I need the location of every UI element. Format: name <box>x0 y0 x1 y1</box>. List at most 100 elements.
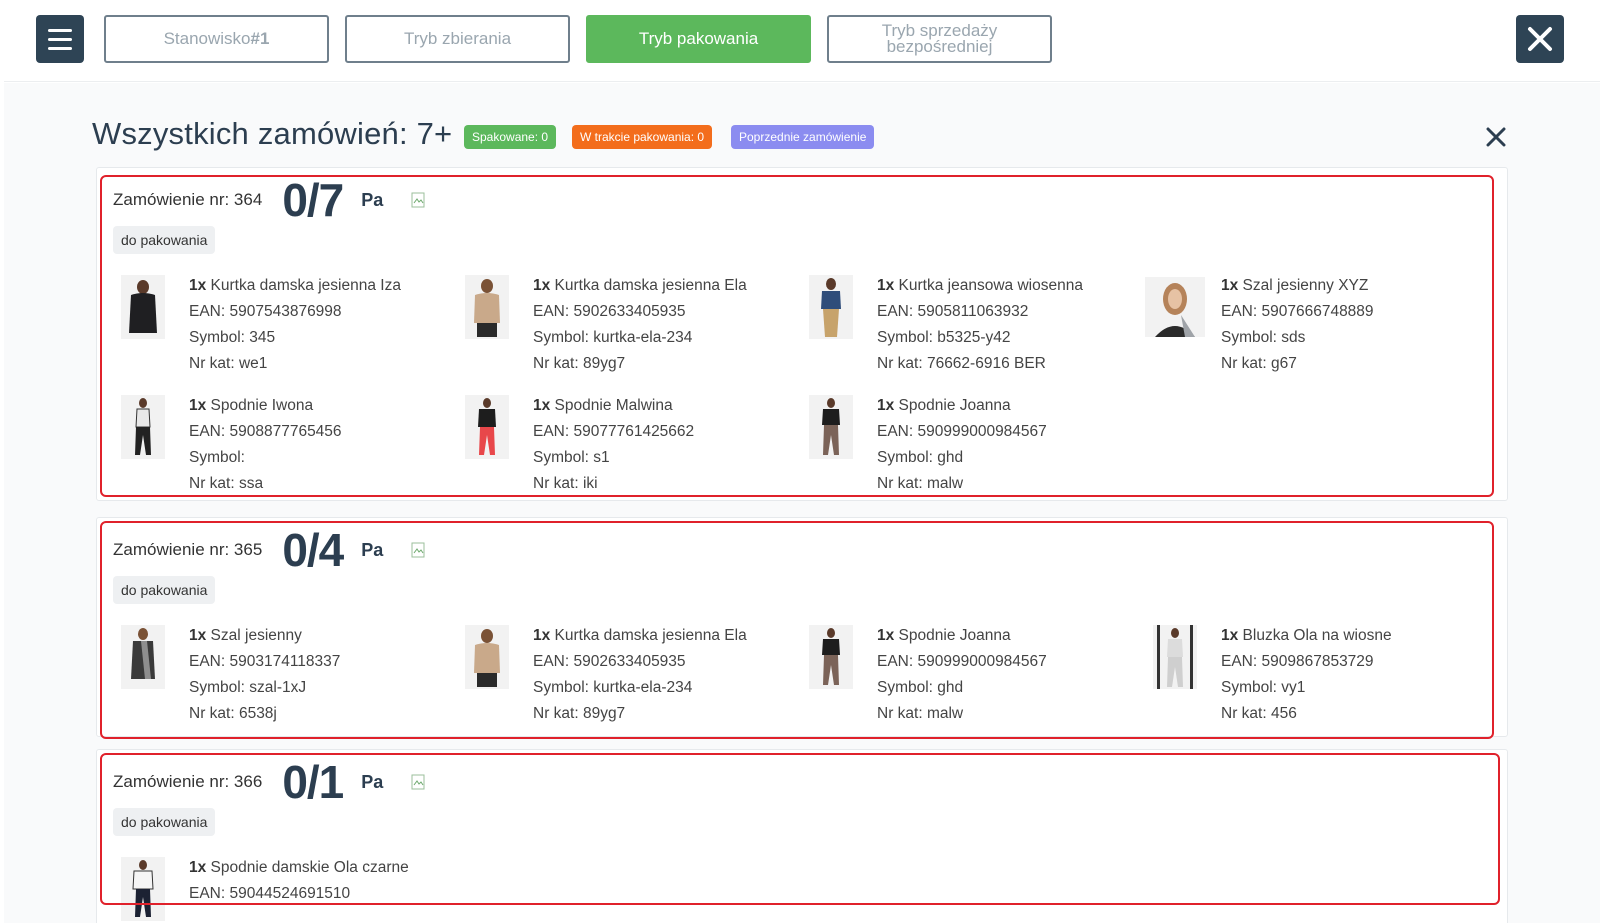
item-name: Kurtka jeansowa wiosenna <box>894 277 1083 294</box>
order-header: Zamówienie nr: 364 0/7 Pa <box>113 174 425 226</box>
direct-sale-mode-button[interactable]: Tryb sprzedaży bezpośredniej <box>827 15 1052 63</box>
order-item: 1x Spodnie Joanna EAN: 590999000984567 S… <box>801 393 1131 503</box>
item-name: Kurtka damska jesienna Ela <box>550 277 747 294</box>
order-item: 1x Kurtka jeansowa wiosenna EAN: 5905811… <box>801 273 1131 383</box>
item-symbol: Symbol: vy1 <box>1221 679 1306 696</box>
menu-line-icon <box>48 37 72 41</box>
item-nrkat: Nr kat: 89yg7 <box>533 705 626 722</box>
item-ean: EAN: 59077761425662 <box>533 423 695 440</box>
item-ean: EAN: 590999000984567 <box>877 653 1047 670</box>
item-qty: 1x <box>877 277 895 294</box>
station-button[interactable]: Stanowisko #1 <box>104 15 329 63</box>
item-title: 1x Szal jesienny <box>189 623 340 649</box>
item-nrkat: Nr kat: 6538j <box>189 705 277 722</box>
order-item: 1x Szal jesienny EAN: 5903174118337 Symb… <box>113 623 443 733</box>
item-name: Spodnie Joanna <box>894 397 1011 414</box>
item-title: 1x Spodnie Malwina <box>533 393 694 419</box>
item-symbol: Symbol: szal-1xJ <box>189 679 307 696</box>
pack-mode-button[interactable]: Tryb pakowania <box>586 15 811 63</box>
item-qty: 1x <box>189 859 207 876</box>
collect-mode-button[interactable]: Tryb zbierania <box>345 15 570 63</box>
item-qty: 1x <box>189 277 207 294</box>
product-photo-pants <box>121 395 165 459</box>
direct-sale-label-line2: bezpośredniej <box>886 37 993 56</box>
item-title: 1x Bluzka Ola na wiosne <box>1221 623 1392 649</box>
product-photo-pants <box>465 395 509 459</box>
product-photo-scarf <box>1145 277 1205 337</box>
product-photo-pants <box>809 395 853 459</box>
close-icon <box>1528 27 1552 51</box>
product-photo-jacket <box>465 275 509 339</box>
order-item: 1x Kurtka damska jesienna Ela EAN: 59026… <box>457 623 787 733</box>
item-ean: EAN: 5907543876998 <box>189 303 342 320</box>
hamburger-menu-button[interactable] <box>36 15 84 63</box>
item-name: Szal jesienny <box>206 627 302 644</box>
order-item: 1x Kurtka damska jesienna Iza EAN: 59075… <box>113 273 443 383</box>
pa-label: Pa <box>361 539 384 560</box>
packed-count: 0/7 <box>282 174 344 226</box>
item-symbol: Symbol: s1 <box>533 449 610 466</box>
order-item: 1x Spodnie Joanna EAN: 590999000984567 S… <box>801 623 1131 733</box>
broken-image-icon <box>411 192 425 208</box>
close-panel-icon[interactable] <box>1482 123 1510 151</box>
item-title: 1x Spodnie Iwona <box>189 393 342 419</box>
item-ean: EAN: 5908877765456 <box>189 423 342 440</box>
order-item: 1x Bluzka Ola na wiosne EAN: 59098678537… <box>1145 623 1475 733</box>
order-number: Zamówienie nr: 365 <box>113 540 263 559</box>
status-tag: do pakowania <box>113 808 216 836</box>
item-symbol: Symbol: b5325-y42 <box>877 329 1011 346</box>
item-qty: 1x <box>533 397 551 414</box>
order-card[interactable]: Zamówienie nr: 364 0/7 Pa do pakowania 1… <box>96 167 1508 501</box>
item-nrkat: Nr kat: g67 <box>1221 355 1297 372</box>
order-number: Zamówienie nr: 364 <box>113 190 263 209</box>
order-number: Zamówienie nr: 366 <box>113 772 263 791</box>
item-ean: EAN: 590999000984567 <box>877 423 1047 440</box>
page-title: Wszystkich zamówień: 7+ <box>92 116 453 151</box>
item-name: Spodnie Joanna <box>894 627 1011 644</box>
previous-order-button[interactable]: Poprzednie zamówienie <box>731 125 875 149</box>
item-title: 1x Kurtka jeansowa wiosenna <box>877 273 1083 299</box>
order-card[interactable]: Zamówienie nr: 366 0/1 Pa do pakowania 1… <box>96 749 1508 923</box>
item-name: Kurtka damska jesienna Iza <box>206 277 401 294</box>
order-card[interactable]: Zamówienie nr: 365 0/4 Pa do pakowania 1… <box>96 517 1508 737</box>
order-header: Zamówienie nr: 365 0/4 Pa <box>113 524 425 576</box>
item-symbol: Symbol: ghd <box>877 449 964 466</box>
status-tag: do pakowania <box>113 576 216 604</box>
order-item: 1x Kurtka damska jesienna Ela EAN: 59026… <box>457 273 787 383</box>
item-qty: 1x <box>533 277 551 294</box>
status-tag: do pakowania <box>113 226 216 254</box>
broken-image-icon <box>411 542 425 558</box>
item-symbol: Symbol: <box>189 449 245 466</box>
item-qty: 1x <box>1221 277 1239 294</box>
close-window-button[interactable] <box>1516 15 1564 63</box>
item-symbol: Symbol: kurtka-ela-234 <box>533 329 693 346</box>
item-name: Bluzka Ola na wiosne <box>1238 627 1392 644</box>
item-title: 1x Kurtka damska jesienna Ela <box>533 273 747 299</box>
item-title: 1x Szal jesienny XYZ <box>1221 273 1374 299</box>
orders-panel: Wszystkich zamówień: 7+ Spakowane: 0 W t… <box>4 83 1600 923</box>
item-ean: EAN: 5902633405935 <box>533 653 686 670</box>
packed-count: 0/1 <box>282 756 344 808</box>
product-photo-jacket <box>121 275 165 339</box>
item-qty: 1x <box>1221 627 1239 644</box>
item-qty: 1x <box>877 627 895 644</box>
order-item: 1x Spodnie damskie Ola czarne EAN: 59044… <box>113 855 443 923</box>
item-symbol: Symbol: 345 <box>189 329 276 346</box>
menu-line-icon <box>48 46 72 50</box>
item-nrkat: Nr kat: iki <box>533 475 598 492</box>
item-qty: 1x <box>533 627 551 644</box>
product-photo-pants <box>121 857 165 921</box>
menu-line-icon <box>48 28 72 32</box>
item-ean: EAN: 5902633405935 <box>533 303 686 320</box>
item-nrkat: Nr kat: we1 <box>189 355 268 372</box>
in-progress-badge: W trakcie pakowania: 0 <box>572 125 713 149</box>
item-ean: EAN: 5903174118337 <box>189 653 341 670</box>
item-symbol: Symbol: ghd <box>877 679 964 696</box>
station-label: Stanowisko <box>163 29 251 48</box>
item-title: 1x Spodnie Joanna <box>877 623 1047 649</box>
item-qty: 1x <box>877 397 895 414</box>
order-item: 1x Spodnie Iwona EAN: 5908877765456 Symb… <box>113 393 443 503</box>
item-nrkat: Nr kat: 76662-6916 BER <box>877 355 1046 372</box>
item-title: 1x Kurtka damska jesienna Ela <box>533 623 747 649</box>
item-name: Szal jesienny XYZ <box>1238 277 1369 294</box>
